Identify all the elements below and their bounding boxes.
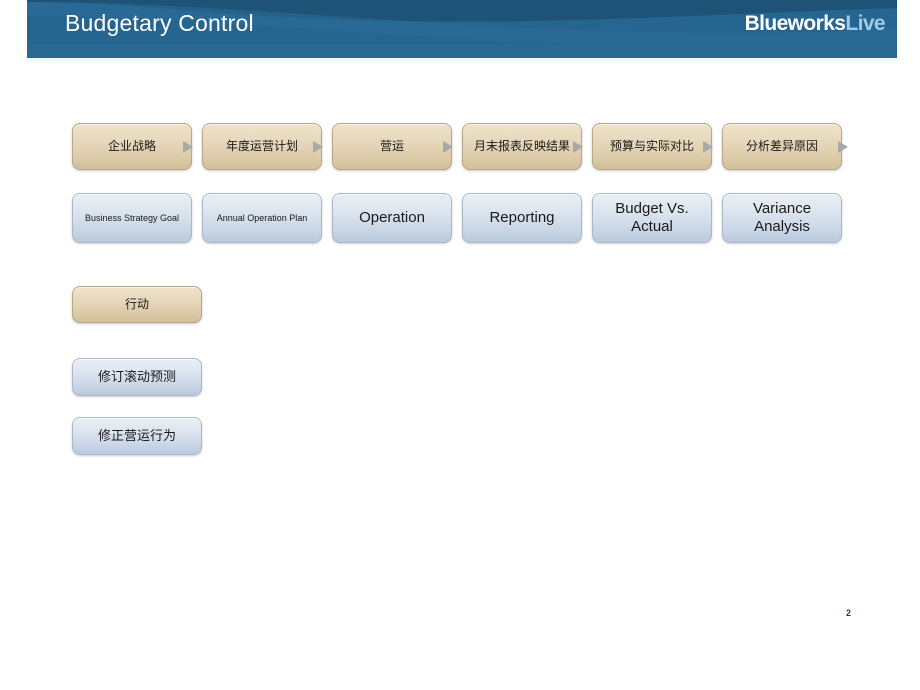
action-sub-box-1[interactable]: 修订滚动预测 xyxy=(72,358,202,396)
page-title: Budgetary Control xyxy=(65,10,254,36)
process-box-english-1-label: Business Strategy Goal xyxy=(84,212,180,223)
process-box-chinese-6[interactable]: 分析差异原因 xyxy=(722,123,842,170)
process-box-chinese-1[interactable]: 企业战略 xyxy=(72,123,192,170)
process-box-chinese-2[interactable]: 年度运营计划 xyxy=(202,123,322,170)
process-arrow-1 xyxy=(183,141,193,153)
blueworks-live-logo: BlueworksLive xyxy=(744,12,886,36)
logo-text-blueworks: Blueworks xyxy=(744,12,846,35)
process-box-english-4[interactable]: Reporting xyxy=(462,193,582,243)
process-box-chinese-4-label: 月末报表反映结果 xyxy=(473,139,570,154)
action-sub-box-2-label: 修正营运行为 xyxy=(97,428,176,444)
process-box-english-4-label: Reporting xyxy=(489,209,555,227)
process-box-english-6[interactable]: Variance Analysis xyxy=(722,193,842,243)
process-box-chinese-4[interactable]: 月末报表反映结果 xyxy=(462,123,582,170)
process-arrow-4 xyxy=(573,141,583,153)
process-arrow-6 xyxy=(838,141,848,153)
process-box-english-2[interactable]: Annual Operation Plan xyxy=(202,193,322,243)
header-underline xyxy=(27,58,897,61)
process-box-chinese-5[interactable]: 预算与实际对比 xyxy=(592,123,712,170)
logo-text-live: Live xyxy=(845,12,885,35)
action-sub-box-1-label: 修订滚动预测 xyxy=(97,369,176,385)
process-box-english-1[interactable]: Business Strategy Goal xyxy=(72,193,192,243)
process-box-english-3-label: Operation xyxy=(359,209,425,227)
header-banner: Budgetary Control BlueworksLive xyxy=(27,0,897,58)
process-arrow-2 xyxy=(313,141,323,153)
process-box-chinese-6-label: 分析差异原因 xyxy=(745,139,818,154)
process-arrow-3 xyxy=(443,141,453,153)
process-box-chinese-3[interactable]: 营运 xyxy=(332,123,452,170)
process-box-chinese-5-label: 预算与实际对比 xyxy=(609,139,694,154)
process-box-english-5[interactable]: Budget Vs. Actual xyxy=(592,193,712,243)
process-box-english-5-label: Budget Vs. Actual xyxy=(615,200,689,235)
process-box-chinese-2-label: 年度运营计划 xyxy=(225,139,298,154)
action-sub-box-2[interactable]: 修正营运行为 xyxy=(72,417,202,455)
process-box-english-3[interactable]: Operation xyxy=(332,193,452,243)
process-box-english-2-label: Annual Operation Plan xyxy=(216,212,308,223)
process-box-english-6-label: Variance Analysis xyxy=(752,200,812,235)
action-box-label: 行动 xyxy=(124,297,149,312)
page-number: 2 xyxy=(846,608,852,618)
action-box[interactable]: 行动 xyxy=(72,286,202,323)
process-arrow-5 xyxy=(703,141,713,153)
process-box-chinese-3-label: 营运 xyxy=(379,139,404,154)
process-box-chinese-1-label: 企业战略 xyxy=(107,139,156,154)
